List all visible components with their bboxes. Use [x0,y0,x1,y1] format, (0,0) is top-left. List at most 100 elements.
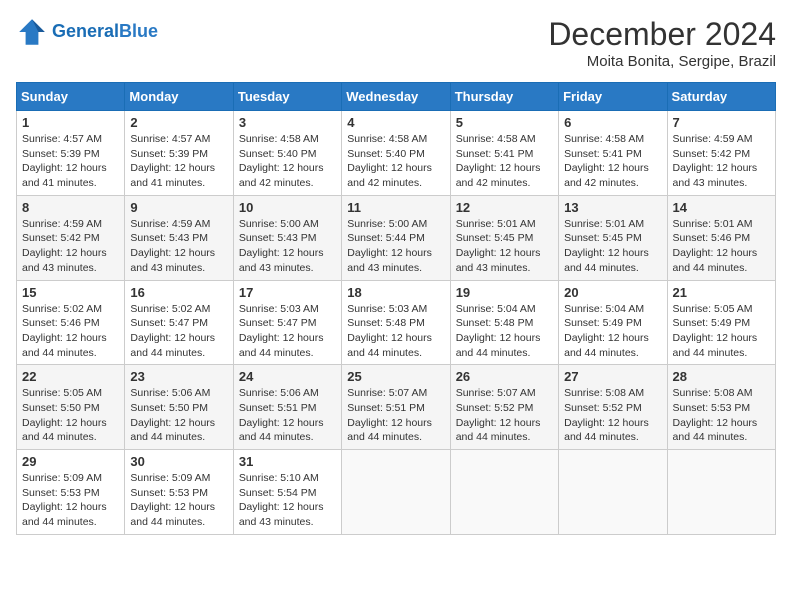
day-number: 12 [456,200,553,215]
sunrise-label: Sunrise: 5:00 AM [347,218,427,230]
sunrise-label: Sunrise: 5:05 AM [22,387,102,399]
day-number: 7 [673,115,770,130]
logo-text: GeneralBlue [52,22,158,42]
sunset-label: Sunset: 5:42 PM [673,148,751,160]
day-number: 14 [673,200,770,215]
day-number: 25 [347,369,444,384]
calendar-cell: 12 Sunrise: 5:01 AM Sunset: 5:45 PM Dayl… [450,195,558,280]
daylight-label: Daylight: 12 hours and 44 minutes. [22,332,107,359]
sunrise-label: Sunrise: 5:09 AM [22,472,102,484]
sunrise-label: Sunrise: 5:09 AM [130,472,210,484]
sunrise-label: Sunrise: 5:03 AM [347,303,427,315]
sunset-label: Sunset: 5:45 PM [456,232,534,244]
day-number: 1 [22,115,119,130]
calendar-week-row: 22 Sunrise: 5:05 AM Sunset: 5:50 PM Dayl… [17,365,776,450]
calendar-cell [559,450,667,535]
day-info: Sunrise: 4:58 AM Sunset: 5:41 PM Dayligh… [456,132,553,191]
sunrise-label: Sunrise: 5:06 AM [239,387,319,399]
calendar-cell: 29 Sunrise: 5:09 AM Sunset: 5:53 PM Dayl… [17,450,125,535]
sunset-label: Sunset: 5:53 PM [673,402,751,414]
daylight-label: Daylight: 12 hours and 44 minutes. [564,417,649,444]
calendar-day-header: Saturday [667,83,775,111]
day-info: Sunrise: 5:09 AM Sunset: 5:53 PM Dayligh… [130,471,227,530]
daylight-label: Daylight: 12 hours and 44 minutes. [22,501,107,528]
day-number: 21 [673,285,770,300]
calendar-cell: 6 Sunrise: 4:58 AM Sunset: 5:41 PM Dayli… [559,111,667,196]
day-number: 31 [239,454,336,469]
calendar-day-header: Monday [125,83,233,111]
page-header: GeneralBlue December 2024 Moita Bonita, … [16,16,776,70]
sunset-label: Sunset: 5:39 PM [22,148,100,160]
sunrise-label: Sunrise: 4:57 AM [22,133,102,145]
daylight-label: Daylight: 12 hours and 43 minutes. [239,501,324,528]
calendar-cell: 28 Sunrise: 5:08 AM Sunset: 5:53 PM Dayl… [667,365,775,450]
daylight-label: Daylight: 12 hours and 42 minutes. [239,162,324,189]
calendar-body: 1 Sunrise: 4:57 AM Sunset: 5:39 PM Dayli… [17,111,776,535]
sunset-label: Sunset: 5:51 PM [347,402,425,414]
sunrise-label: Sunrise: 5:10 AM [239,472,319,484]
day-info: Sunrise: 5:10 AM Sunset: 5:54 PM Dayligh… [239,471,336,530]
sunset-label: Sunset: 5:48 PM [347,317,425,329]
calendar-cell: 4 Sunrise: 4:58 AM Sunset: 5:40 PM Dayli… [342,111,450,196]
daylight-label: Daylight: 12 hours and 43 minutes. [456,247,541,274]
calendar-cell: 11 Sunrise: 5:00 AM Sunset: 5:44 PM Dayl… [342,195,450,280]
day-info: Sunrise: 4:58 AM Sunset: 5:40 PM Dayligh… [347,132,444,191]
day-info: Sunrise: 5:01 AM Sunset: 5:45 PM Dayligh… [456,217,553,276]
day-number: 4 [347,115,444,130]
day-number: 22 [22,369,119,384]
sunrise-label: Sunrise: 4:58 AM [456,133,536,145]
day-info: Sunrise: 5:05 AM Sunset: 5:50 PM Dayligh… [22,386,119,445]
day-number: 2 [130,115,227,130]
day-number: 20 [564,285,661,300]
day-number: 23 [130,369,227,384]
day-number: 29 [22,454,119,469]
daylight-label: Daylight: 12 hours and 44 minutes. [673,247,758,274]
calendar-cell: 26 Sunrise: 5:07 AM Sunset: 5:52 PM Dayl… [450,365,558,450]
day-info: Sunrise: 4:59 AM Sunset: 5:43 PM Dayligh… [130,217,227,276]
sunrise-label: Sunrise: 5:01 AM [564,218,644,230]
daylight-label: Daylight: 12 hours and 44 minutes. [347,332,432,359]
day-number: 26 [456,369,553,384]
day-number: 10 [239,200,336,215]
sunrise-label: Sunrise: 5:04 AM [456,303,536,315]
sunset-label: Sunset: 5:49 PM [564,317,642,329]
calendar-cell: 25 Sunrise: 5:07 AM Sunset: 5:51 PM Dayl… [342,365,450,450]
day-info: Sunrise: 5:04 AM Sunset: 5:48 PM Dayligh… [456,302,553,361]
calendar-cell [450,450,558,535]
day-info: Sunrise: 4:57 AM Sunset: 5:39 PM Dayligh… [130,132,227,191]
calendar-cell: 8 Sunrise: 4:59 AM Sunset: 5:42 PM Dayli… [17,195,125,280]
day-info: Sunrise: 5:01 AM Sunset: 5:45 PM Dayligh… [564,217,661,276]
daylight-label: Daylight: 12 hours and 44 minutes. [673,417,758,444]
daylight-label: Daylight: 12 hours and 44 minutes. [673,332,758,359]
sunrise-label: Sunrise: 5:07 AM [347,387,427,399]
day-number: 17 [239,285,336,300]
daylight-label: Daylight: 12 hours and 43 minutes. [239,247,324,274]
day-info: Sunrise: 5:07 AM Sunset: 5:52 PM Dayligh… [456,386,553,445]
sunset-label: Sunset: 5:46 PM [22,317,100,329]
calendar-cell: 3 Sunrise: 4:58 AM Sunset: 5:40 PM Dayli… [233,111,341,196]
sunrise-label: Sunrise: 4:59 AM [130,218,210,230]
sunset-label: Sunset: 5:39 PM [130,148,208,160]
day-number: 5 [456,115,553,130]
logo-icon [16,16,48,48]
day-number: 18 [347,285,444,300]
day-number: 11 [347,200,444,215]
day-info: Sunrise: 5:08 AM Sunset: 5:52 PM Dayligh… [564,386,661,445]
day-number: 28 [673,369,770,384]
calendar-table: SundayMondayTuesdayWednesdayThursdayFrid… [16,82,776,535]
day-number: 8 [22,200,119,215]
daylight-label: Daylight: 12 hours and 44 minutes. [347,417,432,444]
calendar-cell: 10 Sunrise: 5:00 AM Sunset: 5:43 PM Dayl… [233,195,341,280]
calendar-cell [342,450,450,535]
day-info: Sunrise: 4:57 AM Sunset: 5:39 PM Dayligh… [22,132,119,191]
calendar-cell: 9 Sunrise: 4:59 AM Sunset: 5:43 PM Dayli… [125,195,233,280]
daylight-label: Daylight: 12 hours and 44 minutes. [22,417,107,444]
sunrise-label: Sunrise: 5:04 AM [564,303,644,315]
day-info: Sunrise: 5:00 AM Sunset: 5:44 PM Dayligh… [347,217,444,276]
day-number: 16 [130,285,227,300]
sunrise-label: Sunrise: 4:57 AM [130,133,210,145]
sunset-label: Sunset: 5:53 PM [130,487,208,499]
calendar-week-row: 29 Sunrise: 5:09 AM Sunset: 5:53 PM Dayl… [17,450,776,535]
sunset-label: Sunset: 5:40 PM [239,148,317,160]
sunset-label: Sunset: 5:52 PM [456,402,534,414]
